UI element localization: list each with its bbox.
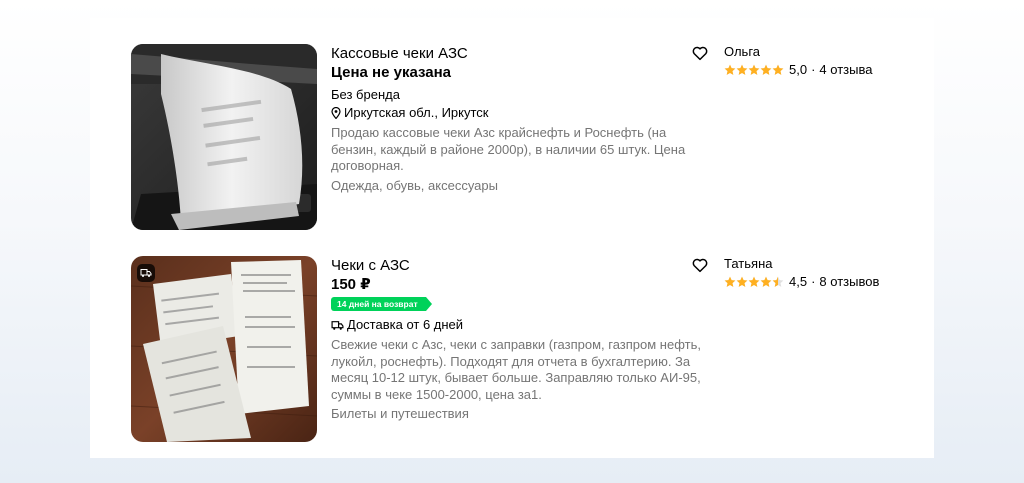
return-badge: 14 дней на возврат — [331, 297, 432, 311]
rating-stars — [724, 64, 784, 76]
delivery-text: Доставка от 6 дней — [347, 317, 464, 332]
rating-stars — [724, 276, 784, 288]
delivery-badge — [137, 264, 155, 282]
location-pin-icon — [331, 107, 341, 119]
seller-name[interactable]: Татьяна — [724, 256, 914, 272]
star-icon — [760, 276, 772, 287]
listing-photo[interactable] — [131, 256, 317, 442]
location-text: Иркутская обл., Иркутск — [344, 105, 489, 120]
seller-block[interactable]: Ольга 5,0 · 4 отзыва — [724, 44, 914, 78]
listing-title[interactable]: Чеки с АЗС — [331, 256, 701, 275]
reviews-count[interactable]: 8 отзывов — [819, 274, 879, 290]
rating-value: 4,5 — [789, 274, 808, 289]
listing-brand: Без бренда — [331, 87, 400, 102]
seller-rating: 4,5 · 8 отзывов — [724, 274, 914, 290]
seller-name[interactable]: Ольга — [724, 44, 914, 60]
listing-card[interactable]: Чеки с АЗС 150 ₽ 14 дней на возврат Дост… — [131, 256, 911, 442]
listing-category: Одежда, обувь, аксессуары — [331, 177, 498, 193]
star-icon — [772, 64, 784, 75]
listing-category: Билеты и путешествия — [331, 406, 469, 421]
listing-info: Чеки с АЗС 150 ₽ 14 дней на возврат Дост… — [331, 256, 701, 423]
heart-icon — [692, 258, 708, 273]
star-icon — [748, 64, 760, 75]
listing-price: 150 ₽ — [331, 276, 371, 293]
favorite-button[interactable] — [691, 44, 709, 62]
star-icon — [748, 276, 760, 287]
favorite-button[interactable] — [691, 256, 709, 274]
listing-card[interactable]: Кассовые чеки АЗС Цена не указана Без бр… — [131, 44, 911, 230]
rating-separator: · — [811, 62, 816, 77]
truck-icon — [331, 320, 344, 330]
listing-photo[interactable] — [131, 44, 317, 230]
seller-rating: 5,0 · 4 отзыва — [724, 62, 914, 78]
rating-separator: · — [811, 274, 816, 289]
seller-block[interactable]: Татьяна 4,5 · 8 отзывов — [724, 256, 914, 290]
star-icon — [760, 64, 772, 75]
listing-info: Кассовые чеки АЗС Цена не указана Без бр… — [331, 44, 701, 195]
listing-location: Иркутская обл., Иркутск — [331, 104, 701, 122]
truck-icon — [140, 269, 152, 277]
listing-title[interactable]: Кассовые чеки АЗС — [331, 44, 701, 63]
star-icon — [724, 276, 736, 287]
star-icon — [724, 64, 736, 75]
listing-delivery: Доставка от 6 дней — [331, 316, 701, 334]
listing-price: Цена не указана — [331, 64, 451, 81]
listing-description: Свежие чеки с Азс, чеки с заправки (газп… — [331, 337, 701, 402]
rating-value: 5,0 — [789, 62, 808, 77]
star-icon — [736, 276, 748, 287]
heart-icon — [692, 46, 708, 61]
reviews-count[interactable]: 4 отзыва — [819, 62, 872, 78]
listings-panel: Кассовые чеки АЗС Цена не указана Без бр… — [90, 18, 934, 458]
listing-description: Продаю кассовые чеки Азс крайснефть и Ро… — [331, 125, 686, 173]
star-icon — [736, 64, 748, 75]
star-icon — [772, 276, 784, 287]
